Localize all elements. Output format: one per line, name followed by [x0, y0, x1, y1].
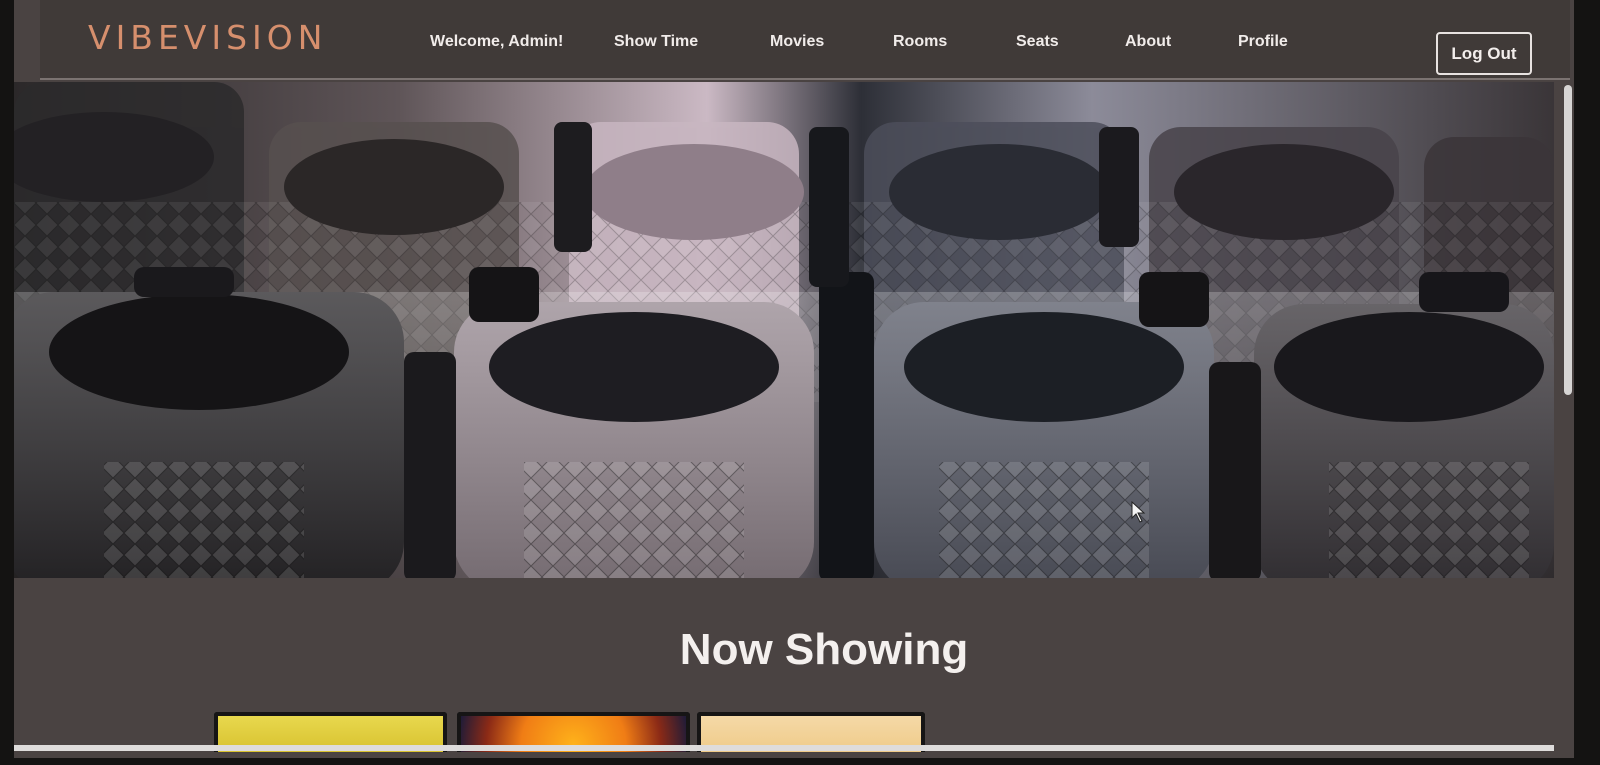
nav-link-about[interactable]: About — [1125, 33, 1171, 51]
now-showing-heading: Now Showing — [679, 625, 969, 674]
nav-link-rooms[interactable]: Rooms — [893, 33, 947, 51]
nav-link-show-time[interactable]: Show Time — [614, 33, 698, 51]
vertical-scrollbar[interactable] — [1564, 85, 1572, 395]
logout-button[interactable]: Log Out — [1436, 32, 1532, 75]
brand-logo[interactable]: VIBEVISION — [88, 18, 327, 57]
hero-banner-image — [14, 82, 1554, 578]
cinema-seats-illustration — [14, 82, 1554, 578]
horizontal-scrollbar[interactable] — [14, 745, 1554, 751]
welcome-message: Welcome, Admin! — [430, 33, 564, 50]
browser-screen: VIBEVISION Welcome, Admin! Show Time Mov… — [14, 0, 1574, 758]
nav-link-seats[interactable]: Seats — [1016, 33, 1059, 51]
nav-link-profile[interactable]: Profile — [1238, 33, 1288, 51]
top-navigation-bar: VIBEVISION Welcome, Admin! Show Time Mov… — [40, 0, 1570, 80]
nav-link-movies[interactable]: Movies — [770, 33, 824, 51]
